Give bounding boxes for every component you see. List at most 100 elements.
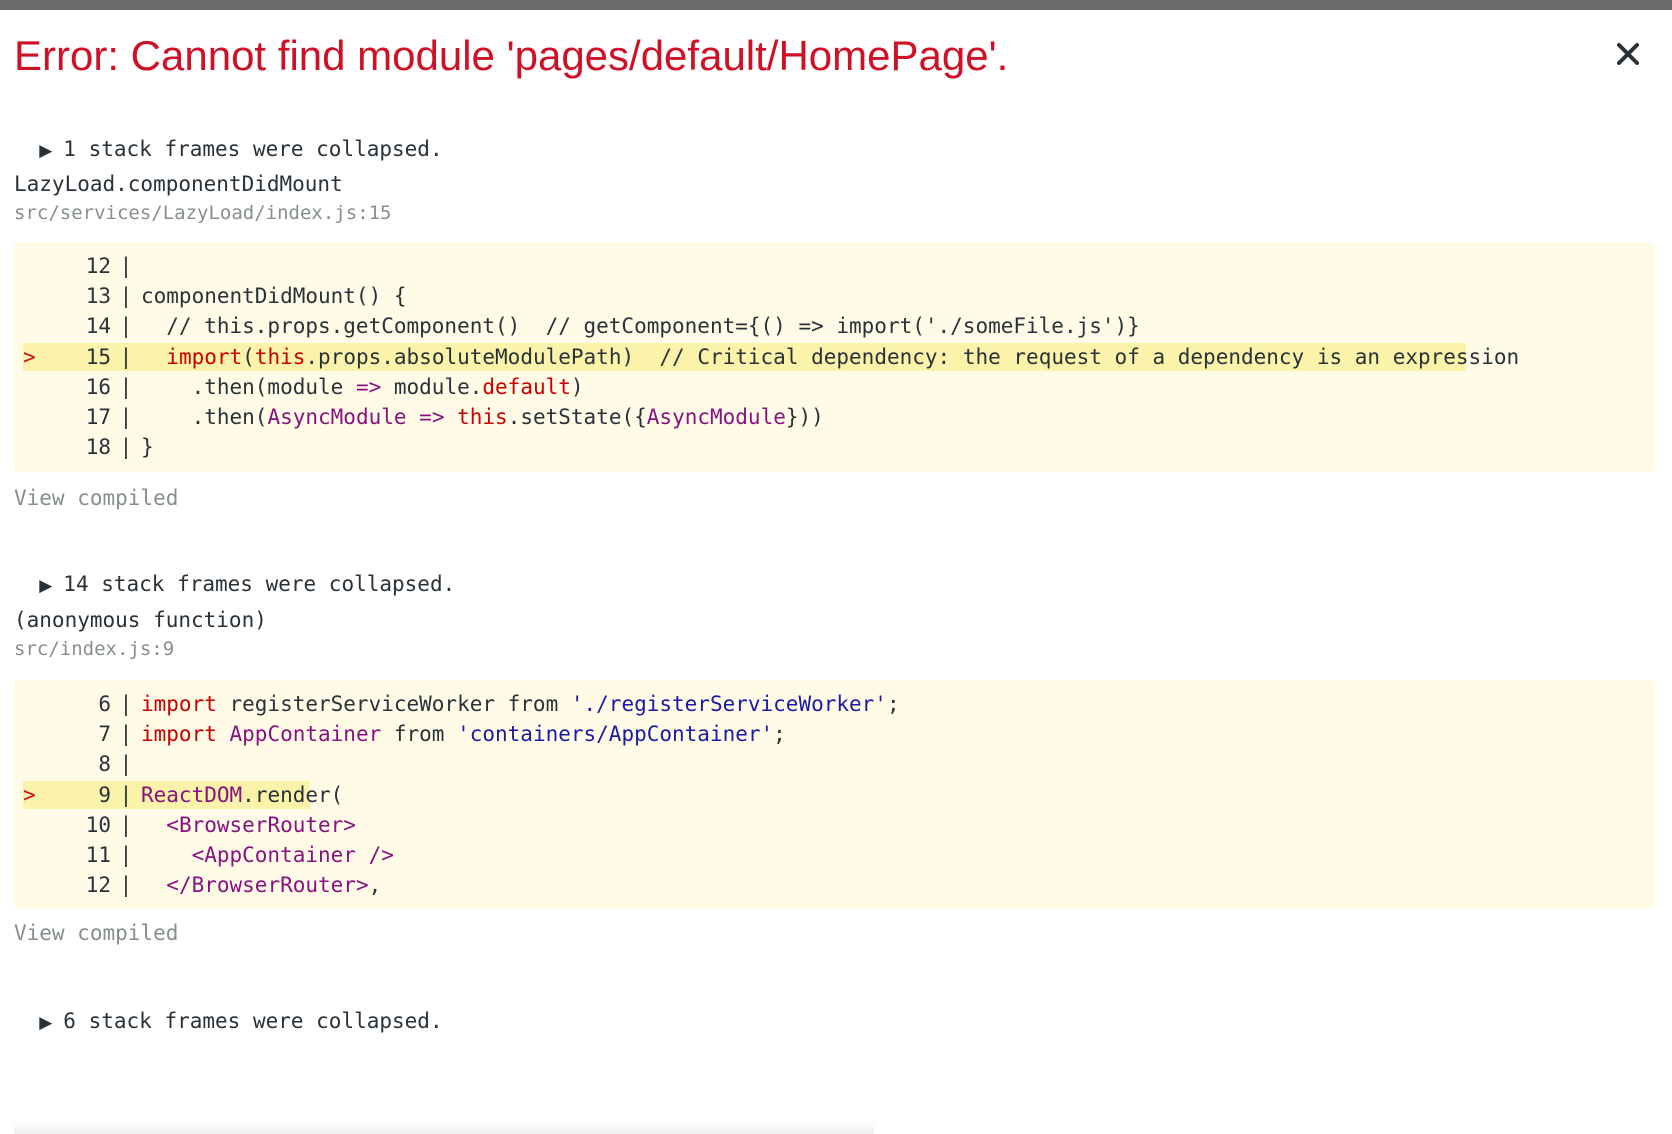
code-token: './registerServiceWorker': [570, 692, 887, 716]
view-compiled-link[interactable]: View compiled: [14, 920, 178, 946]
code-token: componentDidMount() {: [141, 284, 407, 309]
code-token: <BrowserRouter>: [166, 812, 356, 837]
code-token: .setState({: [507, 405, 647, 429]
line-number: 11: [85, 843, 111, 867]
gutter-separator: |: [119, 435, 133, 460]
gutter-separator: |: [119, 374, 133, 399]
stack-frame-function: (anonymous function): [14, 608, 267, 632]
code-token: .then(module: [141, 374, 356, 399]
gutter-separator: |: [119, 405, 133, 429]
line-marker: [23, 252, 47, 280]
code-text: <AppContainer />: [141, 843, 394, 867]
code-token: .props.absoluteModulePath) // Critical d…: [305, 344, 1520, 369]
code-snippet-2: 6 | import registerServiceWorker from './r…: [13, 680, 1655, 909]
code-line-highlighted: >15 | import(this.props.absoluteModulePat…: [23, 342, 1519, 371]
stack-frame-location[interactable]: src/index.js:9: [14, 636, 174, 662]
code-token: =>: [355, 374, 382, 399]
close-icon: [1617, 43, 1639, 65]
code-line: 13 | componentDidMount() {: [23, 282, 407, 310]
code-line: 16 | .then(module => module.default): [23, 373, 584, 401]
footer-faded-text: [14, 1122, 874, 1134]
line-marker: [23, 871, 47, 899]
code-line: 10 | <BrowserRouter>: [23, 811, 356, 839]
code-token: 'containers/AppContainer': [457, 722, 774, 747]
code-text: ReactDOM.render(: [141, 783, 343, 807]
code-text: componentDidMount() {: [141, 284, 407, 308]
line-number: 12: [85, 254, 111, 278]
code-line: 12 |: [23, 252, 141, 280]
code-token: ;: [773, 722, 786, 747]
error-title: Error: Cannot find module 'pages/default…: [14, 32, 1009, 79]
code-token: import: [141, 692, 217, 716]
code-text: .then(AsyncModule => this.setState({Asyn…: [141, 405, 824, 429]
line-number: 7: [98, 722, 111, 747]
code-token: AppContainer: [229, 722, 382, 747]
line-number: 14: [85, 314, 111, 339]
gutter-separator: |: [119, 812, 133, 837]
code-token: </BrowserRouter>: [166, 873, 369, 898]
code-token: }: [141, 435, 154, 460]
code-token: from: [381, 722, 458, 747]
code-token: default: [482, 374, 571, 399]
code-line: 18 |}: [23, 433, 154, 461]
expand-triangle-icon: ▶: [39, 1013, 53, 1033]
code-line: 6 | import registerServiceWorker from './r…: [23, 690, 900, 718]
gutter-separator: |: [119, 843, 133, 867]
code-line: 11 | <AppContainer />: [23, 841, 394, 869]
line-marker: [23, 720, 47, 748]
code-token: .render(: [242, 782, 344, 807]
code-token: (: [242, 344, 255, 369]
code-token: AsyncModule: [646, 405, 786, 429]
gutter-separator: |: [119, 344, 133, 369]
code-text: import(this.props.absoluteModulePath) //…: [141, 345, 1519, 369]
line-number: 6: [98, 692, 111, 716]
line-number: 17: [85, 405, 111, 429]
code-text: }: [141, 435, 154, 459]
code-token: import: [166, 344, 243, 369]
line-number: 13: [85, 284, 111, 309]
code-token: AsyncModule: [267, 405, 407, 429]
gutter-separator: |: [119, 254, 133, 278]
view-compiled-link[interactable]: View compiled: [14, 485, 178, 511]
code-token: ): [570, 374, 584, 399]
line-number: 12: [85, 873, 111, 898]
line-number: 8: [98, 752, 111, 777]
gutter-separator: |: [119, 722, 133, 747]
overlay-top-bar: [0, 0, 1672, 10]
line-marker: [23, 403, 47, 431]
code-line-highlighted: >9 | ReactDOM.render(: [23, 780, 343, 809]
code-token: module.: [381, 374, 483, 399]
code-line: 8 |: [23, 750, 141, 778]
line-marker: [23, 433, 47, 461]
line-marker: >: [23, 344, 36, 369]
gutter-separator: |: [119, 873, 133, 898]
code-token: =>: [419, 405, 445, 429]
code-token: ReactDOM: [141, 782, 243, 807]
collapsed-frames-toggle[interactable]: ▶ 1 stack frames were collapsed.: [14, 110, 442, 164]
line-marker: [23, 811, 47, 839]
collapsed-frames-toggle[interactable]: ▶ 6 stack frames were collapsed.: [14, 982, 442, 1036]
code-text: </BrowserRouter>,: [141, 873, 381, 897]
line-number: 10: [85, 812, 111, 837]
line-number: 18: [85, 435, 111, 460]
stack-frame-location[interactable]: src/services/LazyLoad/index.js:15: [14, 200, 392, 226]
collapsed-frames-toggle[interactable]: ▶ 14 stack frames were collapsed.: [14, 545, 455, 599]
line-marker: [23, 282, 47, 310]
code-token: registerServiceWorker from: [216, 692, 571, 716]
code-token: import: [141, 722, 217, 747]
code-token: ,: [368, 873, 382, 898]
code-token: <AppContainer />: [191, 843, 394, 867]
code-token: .then(: [141, 405, 268, 429]
code-text: import registerServiceWorker from './reg…: [141, 692, 900, 716]
code-snippet-1: 12 | 13 | componentDidMount() { 14 | // this…: [13, 242, 1655, 472]
code-token: ;: [886, 692, 900, 716]
code-line: 17 | .then(AsyncModule => this.setState({…: [23, 403, 824, 431]
close-button[interactable]: [1612, 38, 1644, 70]
code-line: 7 | import AppContainer from 'containers/A…: [23, 720, 786, 748]
line-marker: [23, 841, 47, 869]
